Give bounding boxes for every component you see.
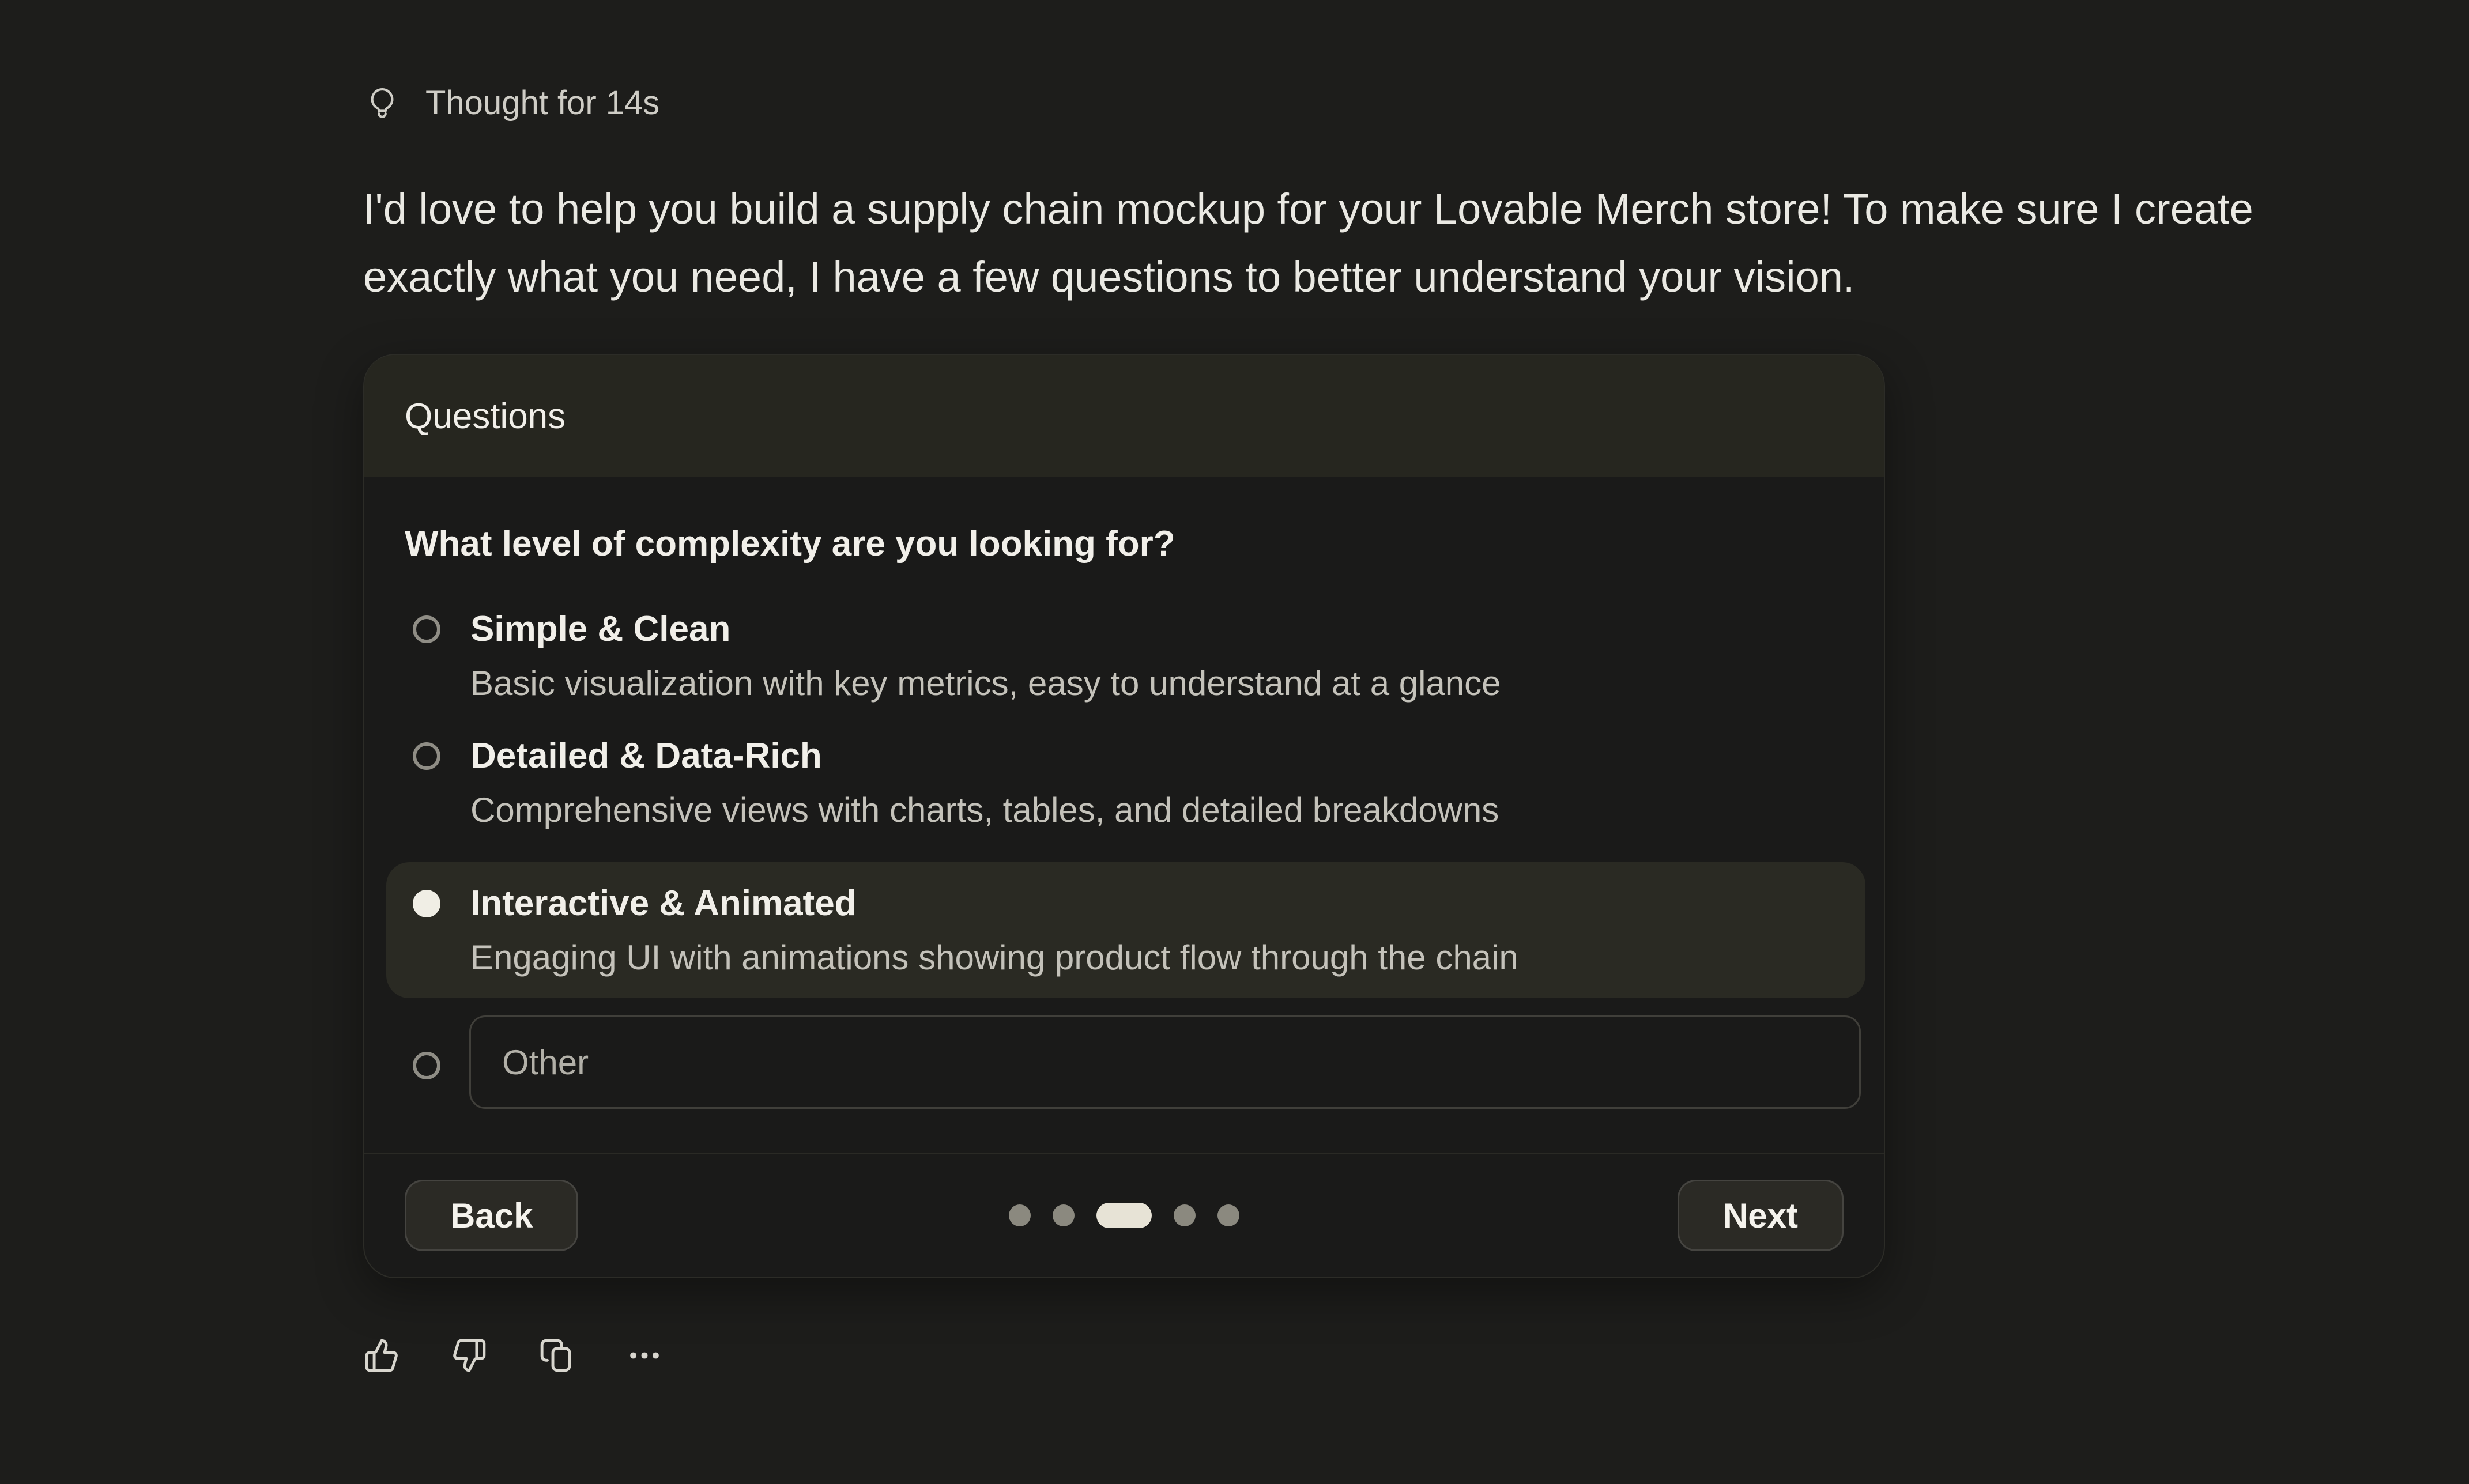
radio-other[interactable] [413,1052,440,1079]
thumbs-down-button[interactable] [451,1337,488,1374]
questions-card-body: What level of complexity are you looking… [364,477,1884,1153]
progress-dot [1174,1204,1196,1226]
option-row-other[interactable] [405,1015,1844,1109]
thumbs-up-icon [364,1338,399,1373]
questions-card-header: Questions [364,355,1884,477]
chat-screen: Thought for 14s I'd love to help you bui… [0,0,2469,1484]
progress-dot [1053,1204,1075,1226]
progress-dots [1009,1203,1239,1228]
copy-icon [539,1338,575,1373]
thumbs-down-icon [451,1338,487,1373]
message-actions [363,1337,2253,1374]
assistant-message: I'd love to help you build a supply chai… [363,175,2253,311]
radio-detailed-data-rich[interactable] [413,742,440,770]
message-line: I'd love to help you build a supply chai… [363,175,2253,243]
thought-toggle[interactable]: Thought for 14s [363,84,2253,122]
more-options-button[interactable] [626,1337,663,1374]
lightbulb-icon [363,84,401,122]
option-label: Simple & Clean [470,609,1501,650]
option-description: Engaging UI with animations showing prod… [470,938,1518,977]
questions-card: Questions What level of complexity are y… [363,354,1885,1278]
question-text: What level of complexity are you looking… [405,522,1844,566]
option-description: Comprehensive views with charts, tables,… [470,791,1499,830]
radio-simple-clean[interactable] [413,615,440,643]
back-button[interactable]: Back [405,1180,578,1251]
progress-dot-active [1096,1203,1152,1228]
radio-interactive-animated-selected[interactable] [413,890,440,917]
ellipsis-icon [627,1338,662,1373]
copy-button[interactable] [538,1337,575,1374]
option-row-interactive-animated[interactable]: Interactive & Animated Engaging UI with … [386,862,1865,998]
option-row-simple-clean[interactable]: Simple & Clean Basic visualization with … [405,609,1844,703]
next-button[interactable]: Next [1678,1180,1844,1251]
questions-card-footer: Back Next [364,1153,1884,1277]
thought-label: Thought for 14s [425,84,659,122]
message-line: exactly what you need, I have a few ques… [363,243,2253,311]
option-description: Basic visualization with key metrics, ea… [470,664,1501,703]
option-label: Interactive & Animated [470,883,1518,924]
options-list: Simple & Clean Basic visualization with … [405,609,1844,1109]
thumbs-up-button[interactable] [363,1337,400,1374]
progress-dot [1217,1204,1239,1226]
progress-dot [1009,1204,1031,1226]
card-title: Questions [405,396,566,437]
assistant-turn: Thought for 14s I'd love to help you bui… [363,84,2253,1374]
other-input[interactable] [469,1015,1861,1109]
option-label: Detailed & Data-Rich [470,735,1499,777]
option-row-detailed-data-rich[interactable]: Detailed & Data-Rich Comprehensive views… [405,735,1844,830]
